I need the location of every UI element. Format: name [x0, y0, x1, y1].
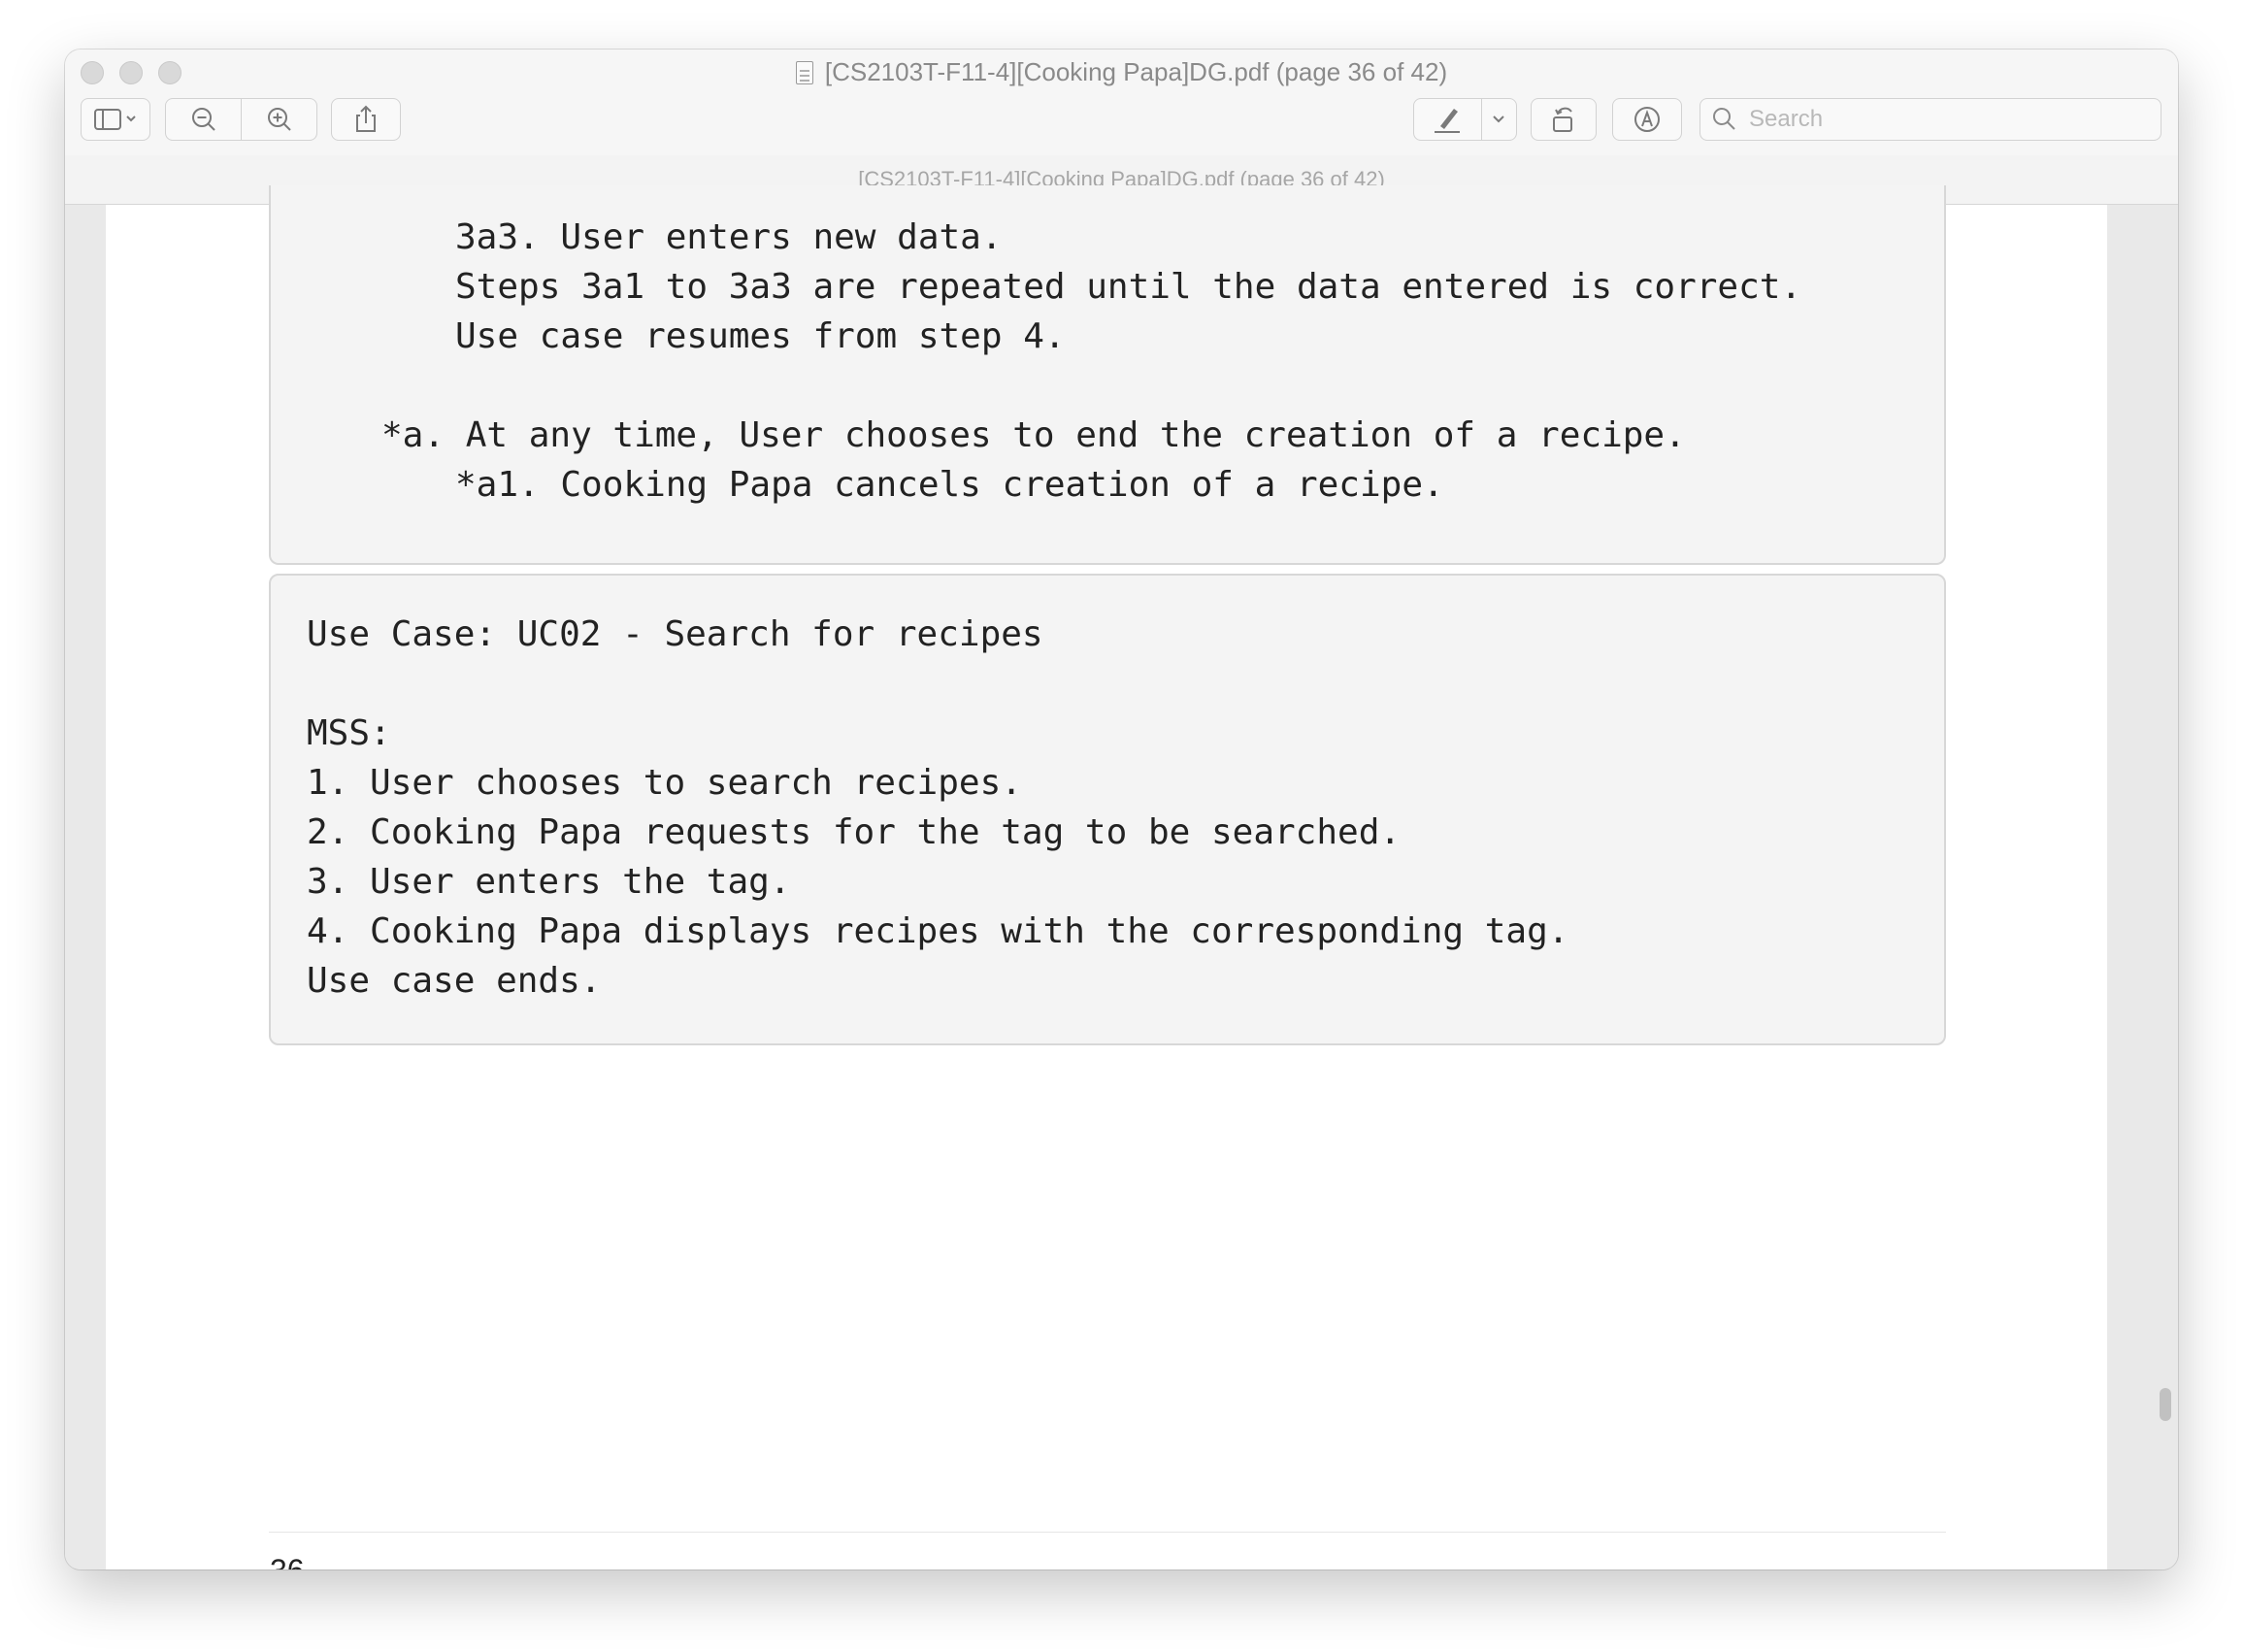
code-line: *a. At any time, User chooses to end the…: [381, 415, 1686, 455]
code-line: 1. User chooses to search recipes.: [307, 763, 1022, 803]
sidebar-toggle-button[interactable]: [81, 98, 150, 141]
zoom-in-button[interactable]: [242, 99, 316, 140]
sidebar-icon: [94, 109, 136, 130]
search-field[interactable]: [1700, 98, 2162, 141]
document-viewport[interactable]: 3a3. User enters new data. Steps 3a1 to …: [65, 185, 2178, 1569]
window-title-text: [CS2103T-F11-4][Cooking Papa]DG.pdf (pag…: [824, 57, 1448, 86]
zoom-controls: [165, 98, 317, 141]
page-number: 36: [270, 1553, 305, 1569]
use-case-title: Use Case: UC02 - Search for recipes: [307, 614, 1043, 654]
highlight-button[interactable]: [1414, 99, 1482, 140]
highlight-controls: [1413, 98, 1517, 141]
code-block-uc01-extensions: 3a3. User enters new data. Steps 3a1 to …: [269, 185, 1946, 565]
window-title: [CS2103T-F11-4][Cooking Papa]DG.pdf (pag…: [65, 57, 2178, 87]
code-line: Steps 3a1 to 3a3 are repeated until the …: [455, 267, 1802, 307]
markup-icon: [1634, 107, 1660, 132]
highlight-options-button[interactable]: [1482, 99, 1516, 140]
code-line: MSS:: [307, 713, 391, 753]
title-bar: [CS2103T-F11-4][Cooking Papa]DG.pdf (pag…: [65, 50, 2178, 156]
highlighter-icon: [1435, 109, 1461, 133]
code-line: *a1. Cooking Papa cancels creation of a …: [455, 465, 1444, 505]
code-line: 3. User enters the tag.: [307, 862, 791, 902]
code-line: Use case resumes from step 4.: [455, 316, 1066, 356]
vertical-scrollbar-thumb[interactable]: [2160, 1388, 2171, 1421]
code-line: 2. Cooking Papa requests for the tag to …: [307, 812, 1402, 852]
code-line: 4. Cooking Papa displays recipes with th…: [307, 911, 1569, 951]
code-line: Use case ends.: [307, 961, 602, 1001]
share-icon: [356, 105, 376, 132]
pdf-page: 3a3. User enters new data. Steps 3a1 to …: [106, 185, 2107, 1569]
rotate-button[interactable]: [1531, 98, 1597, 141]
code-line: 3a3. User enters new data.: [455, 217, 1003, 257]
preview-window: [CS2103T-F11-4][Cooking Papa]DG.pdf (pag…: [65, 50, 2178, 1569]
share-button[interactable]: [331, 98, 401, 141]
zoom-out-icon: [191, 108, 215, 131]
page-footer-divider: [269, 1532, 1946, 1533]
code-block-uc02: Use Case: UC02 - Search for recipes MSS:…: [269, 574, 1946, 1045]
zoom-in-icon: [267, 108, 291, 131]
rotate-icon: [1553, 107, 1572, 132]
search-icon: [1713, 108, 1735, 130]
search-input[interactable]: [1747, 105, 2139, 134]
pdf-document-icon: [795, 60, 813, 84]
markup-button[interactable]: [1612, 98, 1682, 141]
zoom-out-button[interactable]: [166, 99, 242, 140]
chevron-down-icon: [1493, 116, 1505, 123]
